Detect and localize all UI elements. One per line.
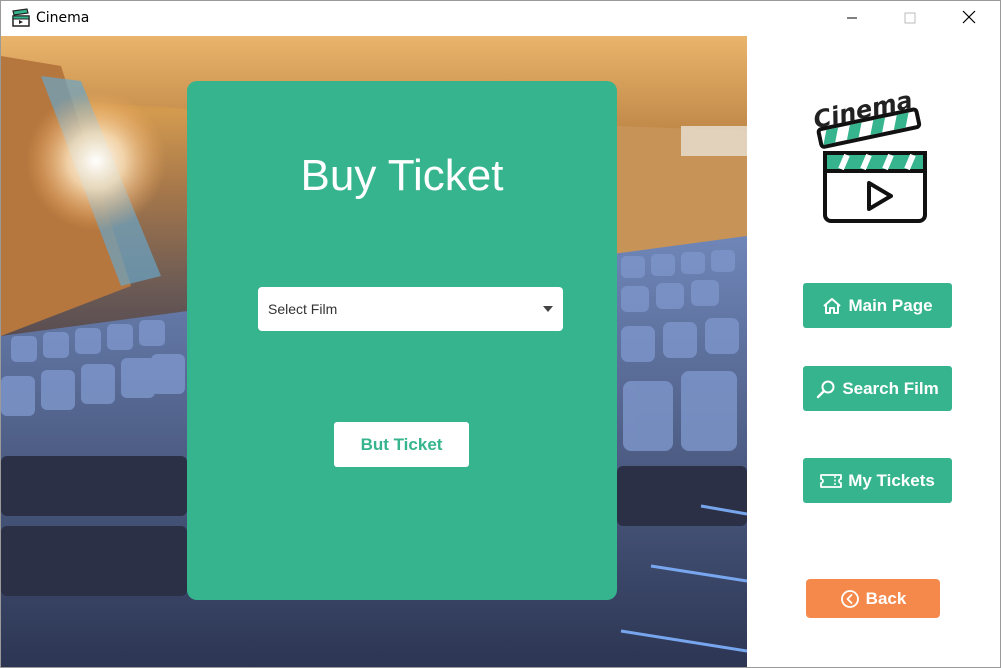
cinema-logo: Cinema xyxy=(807,71,927,229)
chevron-left-circle-icon xyxy=(840,589,860,609)
buy-ticket-button-label: But Ticket xyxy=(360,434,443,454)
app-window: Cinema Buy Ticket Select Film But Ticket… xyxy=(0,0,1001,668)
minimize-icon xyxy=(846,9,858,28)
maximize-icon xyxy=(904,9,916,28)
ticket-icon xyxy=(820,473,843,489)
close-button[interactable] xyxy=(940,1,998,36)
home-icon xyxy=(822,297,842,315)
back-button-label: Back xyxy=(865,588,907,608)
maximize-button[interactable] xyxy=(881,1,939,36)
page-title: Buy Ticket xyxy=(300,151,504,200)
close-icon xyxy=(962,9,976,28)
buy-ticket-title-wrap: Buy Ticket xyxy=(187,151,617,211)
main-page-button[interactable]: Main Page xyxy=(803,283,952,328)
clapperboard-icon xyxy=(11,8,31,28)
film-select-value: Select Film xyxy=(268,301,338,317)
title-bar: Cinema xyxy=(1,1,1000,36)
minimize-button[interactable] xyxy=(823,1,881,36)
film-select-dropdown[interactable]: Select Film xyxy=(258,287,563,331)
back-button[interactable]: Back xyxy=(806,579,940,618)
buy-ticket-button[interactable]: But Ticket xyxy=(334,422,469,467)
window-title: Cinema xyxy=(36,10,90,26)
chevron-down-icon xyxy=(543,306,553,312)
main-page-button-label: Main Page xyxy=(848,295,933,315)
clapperboard-play-icon: Cinema xyxy=(811,86,927,223)
my-tickets-button[interactable]: My Tickets xyxy=(803,458,952,503)
search-film-button-label: Search Film xyxy=(842,378,939,398)
search-film-button[interactable]: Search Film xyxy=(803,366,952,411)
search-icon xyxy=(816,379,836,399)
my-tickets-button-label: My Tickets xyxy=(848,470,935,490)
